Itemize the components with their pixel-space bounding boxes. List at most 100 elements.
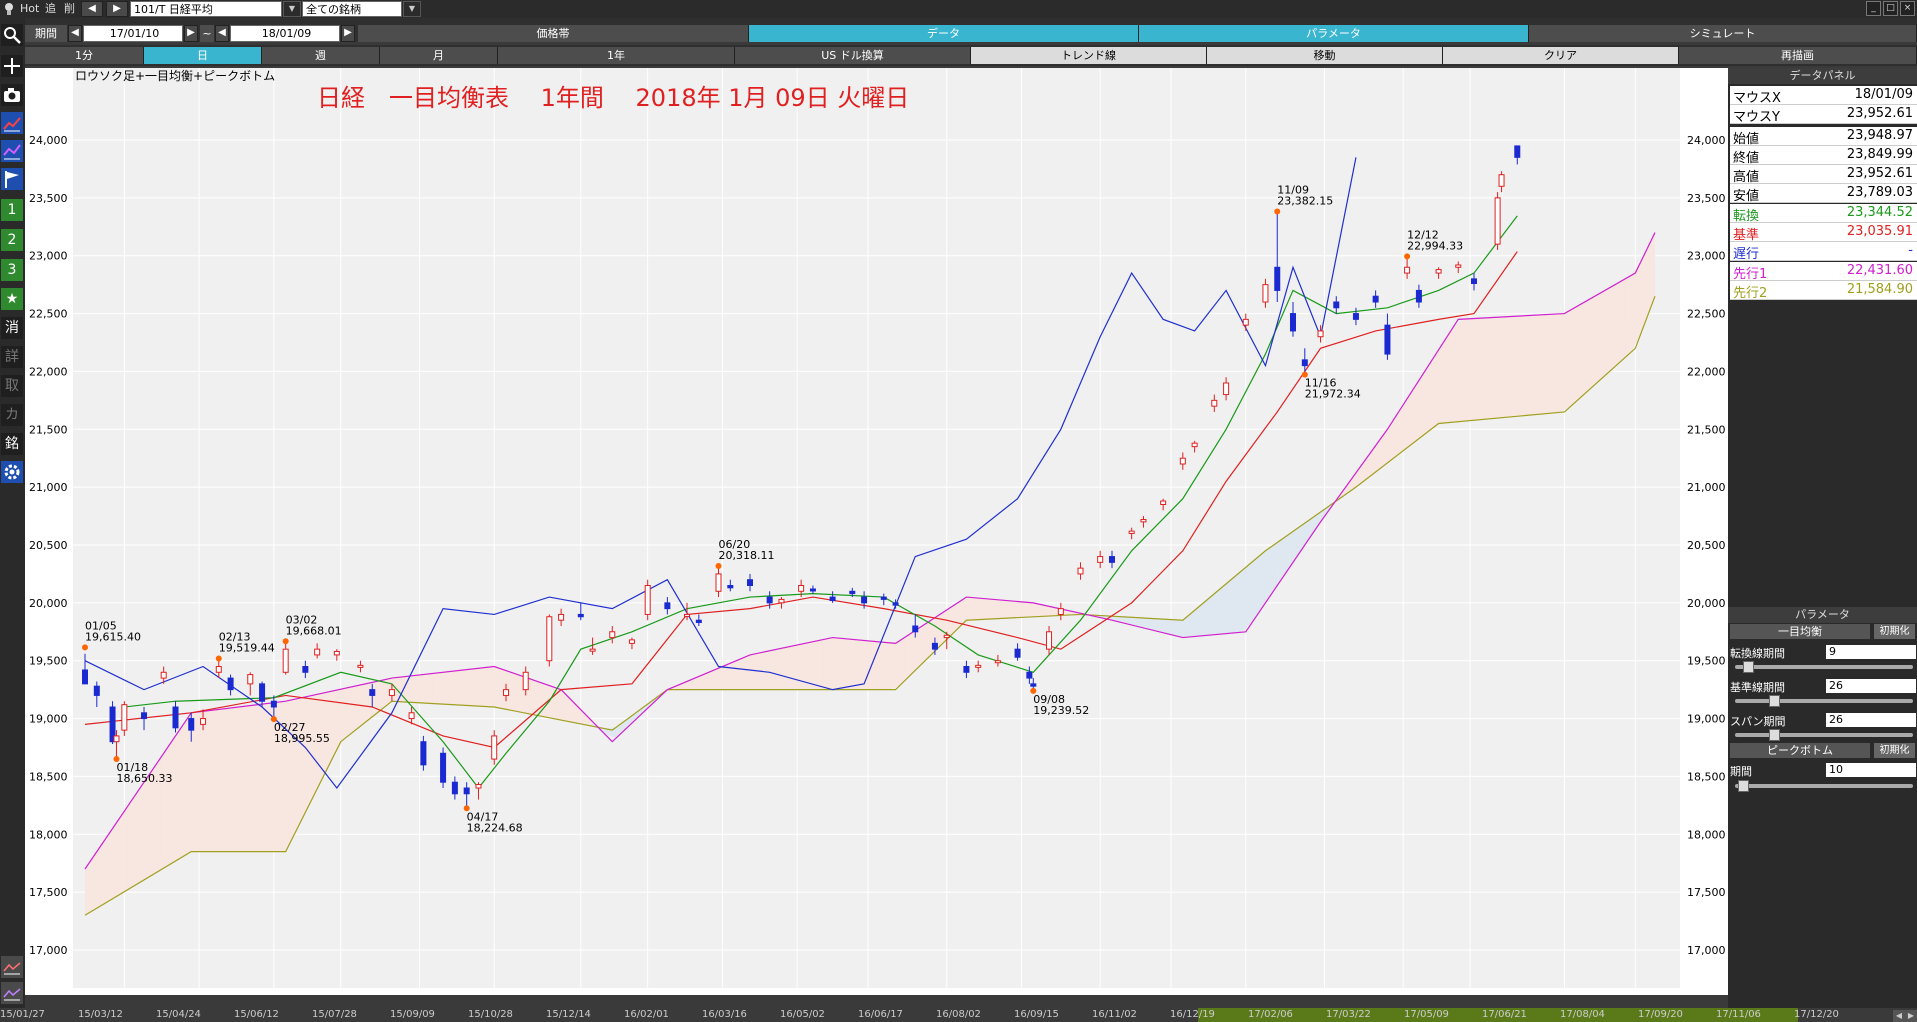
symbol-code-field[interactable]: 101/T 日経平均 bbox=[130, 1, 282, 17]
y-tick-label: 21,500 bbox=[1687, 423, 1726, 436]
tab-1min[interactable]: 1分 bbox=[25, 47, 144, 64]
tenkan-slider-track[interactable] bbox=[1735, 665, 1913, 669]
candle-body bbox=[809, 588, 816, 592]
tab-price-band[interactable]: 価格帯 bbox=[358, 25, 749, 42]
minimize-icon[interactable]: _ bbox=[1866, 1, 1881, 16]
candle-body bbox=[1352, 313, 1359, 320]
candle-body bbox=[829, 596, 836, 602]
crosshair-icon[interactable] bbox=[1, 55, 23, 77]
tab-weekly[interactable]: 週 bbox=[262, 47, 380, 64]
close-icon[interactable]: × bbox=[1900, 1, 1915, 16]
kumo-segment bbox=[1584, 295, 1596, 395]
prev-arrow-icon[interactable]: ◀ bbox=[81, 1, 103, 17]
clear-button[interactable]: クリア bbox=[1443, 47, 1679, 64]
kumo-segment bbox=[1560, 309, 1573, 413]
move-button[interactable]: 移動 bbox=[1207, 47, 1443, 64]
period-label: 期間 bbox=[25, 25, 67, 42]
period-param-input[interactable]: 10 bbox=[1826, 763, 1916, 777]
candle-body bbox=[1470, 278, 1477, 284]
candle-body bbox=[160, 671, 167, 679]
y-axis-left: 17,000 17,500 18,000 18,500 19,000 19,500 20,0… bbox=[29, 134, 68, 957]
to-date-left-icon[interactable]: ◀ bbox=[215, 25, 229, 42]
data-row-value: 23,035.91 bbox=[1846, 224, 1913, 239]
data-row: 基準 23,035.91 bbox=[1730, 223, 1917, 243]
candle-body bbox=[247, 674, 254, 685]
filter-select[interactable]: 全ての銘柄 bbox=[302, 1, 402, 17]
star-icon[interactable]: ★ bbox=[1, 288, 23, 310]
candle-body bbox=[522, 671, 529, 691]
sub-indicator-icon[interactable] bbox=[1, 982, 23, 1004]
ichimoku-reset-button[interactable]: 初期化 bbox=[1874, 624, 1915, 639]
from-date-left-icon[interactable]: ◀ bbox=[68, 25, 82, 42]
overview-date-label: 15/09/09 bbox=[390, 1009, 435, 1020]
period-slider-track[interactable] bbox=[1735, 784, 1913, 788]
tab-parameter[interactable]: パラメータ bbox=[1139, 25, 1529, 42]
kijun-param-input[interactable]: 26 bbox=[1826, 679, 1916, 693]
chart-area[interactable]: 17,000 17,500 18,000 18,500 19,000 19,500 20,0… bbox=[25, 68, 1728, 995]
data-row-label: マウスX bbox=[1733, 91, 1781, 106]
kumo-segment bbox=[982, 598, 994, 620]
candle-body bbox=[93, 685, 100, 696]
preset-2-button[interactable]: 2 bbox=[1, 229, 23, 251]
flag-icon[interactable] bbox=[1, 168, 23, 190]
peak-bottom-reset-button[interactable]: 初期化 bbox=[1874, 743, 1915, 758]
line-chart-icon[interactable] bbox=[1, 112, 23, 134]
hot-button[interactable]: Hot bbox=[20, 1, 39, 17]
add-button[interactable]: 追 bbox=[45, 1, 56, 17]
tab-monthly[interactable]: 月 bbox=[380, 47, 498, 64]
kijun-slider-knob[interactable] bbox=[1768, 695, 1780, 707]
span-slider-track[interactable] bbox=[1735, 733, 1913, 737]
to-date-field[interactable]: 18/01/09 bbox=[230, 25, 340, 42]
to-date-right-icon[interactable]: ▶ bbox=[341, 25, 355, 42]
annotation-price: 19,239.52 bbox=[1033, 704, 1089, 717]
peak-marker bbox=[715, 563, 722, 570]
delete-button[interactable]: 削 bbox=[64, 1, 75, 17]
kumo-segment bbox=[887, 640, 900, 690]
tab-data[interactable]: データ bbox=[749, 25, 1139, 42]
redraw-button[interactable]: 再描画 bbox=[1679, 47, 1917, 64]
data-row-value: 18/01/09 bbox=[1854, 87, 1913, 102]
candle-body bbox=[408, 712, 415, 720]
candle-body bbox=[798, 585, 805, 592]
kumo-segment bbox=[474, 667, 487, 707]
overview-date-label: 16/12/19 bbox=[1170, 1009, 1215, 1020]
camera-icon[interactable] bbox=[1, 84, 23, 106]
data-row-label: 先行2 bbox=[1733, 286, 1768, 301]
erase-button[interactable]: 消 bbox=[1, 317, 23, 339]
indicator-chart-icon[interactable] bbox=[1, 140, 23, 162]
tenkan-param-input[interactable]: 9 bbox=[1826, 645, 1916, 659]
maximize-icon[interactable]: □ bbox=[1883, 1, 1898, 16]
tenkan-slider-knob[interactable] bbox=[1743, 661, 1755, 673]
symbol-dropdown-icon[interactable]: ▼ bbox=[283, 1, 301, 17]
annotation-price: 21,972.34 bbox=[1305, 388, 1361, 401]
period-slider-knob[interactable] bbox=[1738, 780, 1750, 792]
tab-daily[interactable]: 日 bbox=[144, 47, 262, 64]
tab-simulate[interactable]: シミュレート bbox=[1529, 25, 1917, 42]
from-date-field[interactable]: 17/01/10 bbox=[83, 25, 183, 42]
y-tick-label: 17,000 bbox=[29, 944, 68, 957]
scroll-left-icon[interactable]: ◀ bbox=[1893, 1010, 1905, 1022]
preset-1-button[interactable]: 1 bbox=[1, 199, 23, 221]
symbol-button[interactable]: 銘 bbox=[1, 433, 23, 455]
kijun-slider-track[interactable] bbox=[1735, 699, 1913, 703]
filter-dropdown-icon[interactable]: ▼ bbox=[403, 1, 421, 17]
settings-gear-icon[interactable] bbox=[1, 461, 23, 483]
tab-1year[interactable]: 1年 bbox=[498, 47, 735, 64]
candle-body bbox=[357, 664, 364, 668]
scroll-right-icon[interactable]: ▶ bbox=[1905, 1010, 1917, 1022]
span-param-input[interactable]: 26 bbox=[1826, 713, 1916, 727]
trendline-button[interactable]: トレンド線 bbox=[971, 47, 1207, 64]
span-slider-knob[interactable] bbox=[1768, 729, 1780, 741]
lightbulb-icon[interactable] bbox=[3, 1, 15, 17]
preset-3-button[interactable]: 3 bbox=[1, 259, 23, 281]
candle-body bbox=[1128, 530, 1135, 534]
from-date-right-icon[interactable]: ▶ bbox=[184, 25, 198, 42]
sub-chart-icon[interactable] bbox=[1, 956, 23, 978]
next-arrow-icon[interactable]: ▶ bbox=[106, 1, 128, 17]
search-icon[interactable] bbox=[1, 24, 23, 46]
overview-date-label: 15/07/28 bbox=[312, 1009, 357, 1020]
kumo-segment bbox=[167, 730, 180, 866]
usd-convert-button[interactable]: US ドル換算 bbox=[735, 47, 971, 64]
kumo-segment bbox=[262, 702, 274, 852]
ichimoku-chart[interactable]: 17,000 17,500 18,000 18,500 19,000 19,500 20,0… bbox=[25, 68, 1728, 995]
